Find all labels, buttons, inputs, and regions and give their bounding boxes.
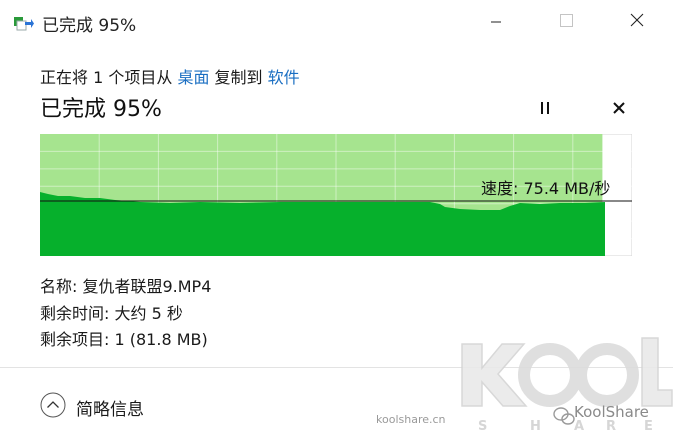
items-remaining-row: 剩余项目: 1 (81.8 MB) bbox=[40, 326, 208, 350]
maximize-button[interactable] bbox=[543, 0, 589, 44]
file-name-row: 名称: 复仇者联盟9.MP4 bbox=[40, 273, 211, 297]
window-title: 已完成 95% bbox=[42, 16, 137, 36]
watermark-brand-text: KoolShare bbox=[574, 403, 649, 421]
collapse-details-label[interactable]: 简略信息 bbox=[76, 395, 144, 420]
time-remaining-label: 剩余时间: bbox=[40, 304, 115, 323]
time-remaining-row: 剩余时间: 大约 5 秒 bbox=[40, 300, 183, 324]
source-link[interactable]: 桌面 bbox=[177, 68, 209, 87]
destination-link[interactable]: 软件 bbox=[268, 68, 300, 87]
items-remaining-value: 1 (81.8 MB) bbox=[114, 330, 208, 349]
cancel-icon bbox=[613, 102, 625, 114]
time-remaining-value: 大约 5 秒 bbox=[114, 304, 183, 323]
progress-title: 已完成 95% bbox=[40, 97, 162, 122]
footer: 简略信息 bbox=[0, 368, 673, 439]
cancel-button[interactable] bbox=[609, 98, 629, 118]
watermark-site-text: koolshare.cn bbox=[376, 413, 446, 426]
copy-description: 正在将 1 个项目从 桌面 复制到 软件 bbox=[40, 64, 300, 88]
file-name-value: 复仇者联盟9.MP4 bbox=[82, 277, 212, 296]
copy-progress-dialog: 已完成 95% 正在将 1 个项目从 桌面 复制到 软件 已完成 95% 速度:… bbox=[0, 0, 673, 439]
copy-middle-text: 复制到 bbox=[209, 68, 268, 87]
pause-icon bbox=[541, 102, 543, 114]
items-remaining-label: 剩余项目: bbox=[40, 330, 115, 349]
pause-button[interactable] bbox=[536, 98, 556, 118]
file-name-label: 名称: bbox=[40, 277, 83, 296]
file-copy-icon bbox=[14, 17, 34, 31]
close-button[interactable] bbox=[614, 0, 660, 44]
title-bar: 已完成 95% bbox=[0, 0, 673, 44]
collapse-details-button[interactable] bbox=[40, 392, 66, 418]
copy-prefix-text: 正在将 1 个项目从 bbox=[40, 68, 178, 87]
speed-label: 速度: 75.4 MB/秒 bbox=[481, 179, 611, 198]
minimize-button[interactable] bbox=[473, 0, 519, 44]
